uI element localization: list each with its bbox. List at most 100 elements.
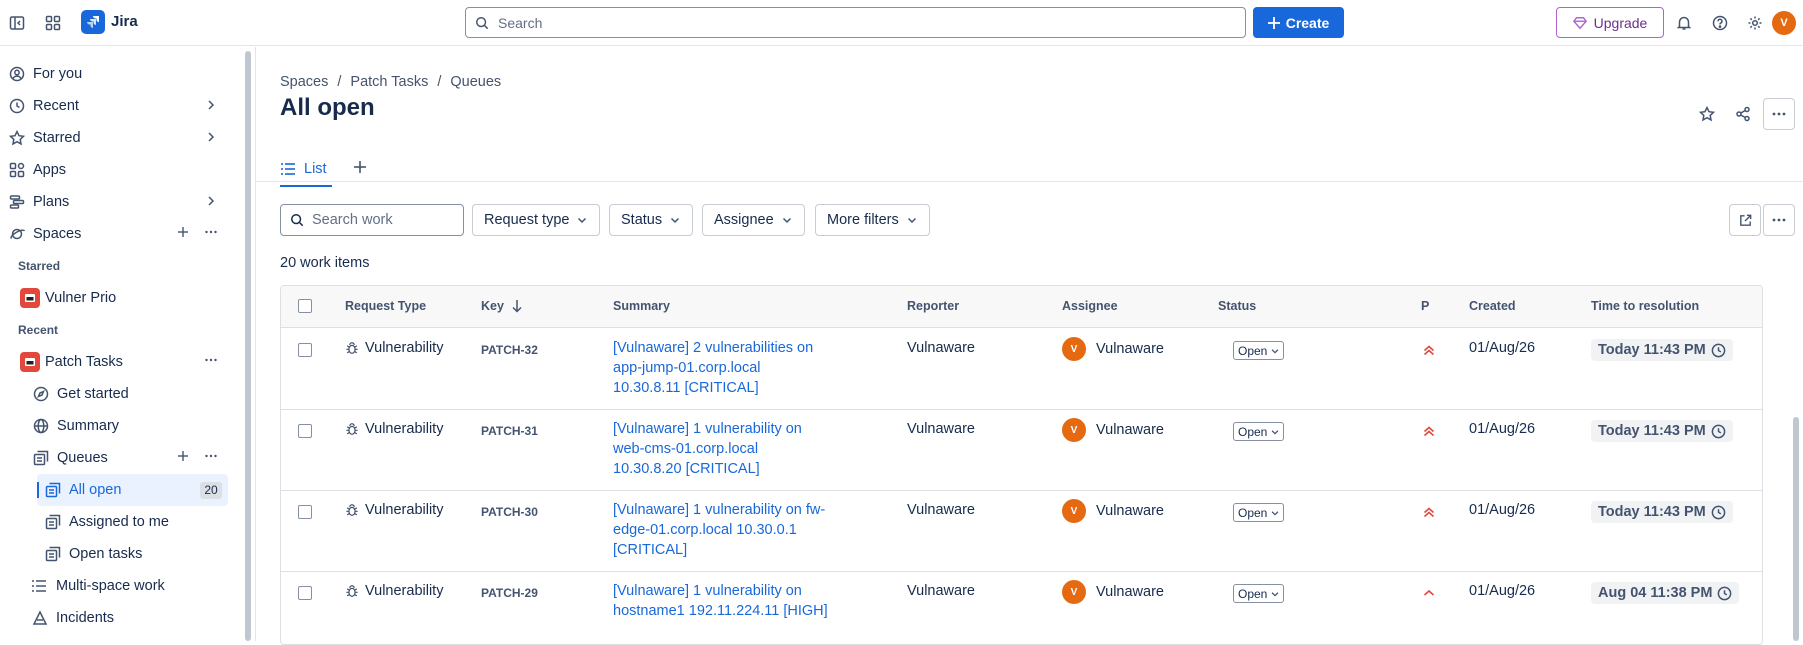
sidebar-toggle-icon[interactable] (3, 9, 31, 37)
list-more-button[interactable] (1763, 204, 1795, 236)
table-scrollbar-thumb[interactable] (1793, 417, 1799, 641)
column-header[interactable]: Created (1469, 299, 1516, 313)
status-label: Open (1238, 343, 1268, 358)
filter-request-type[interactable]: Request type (472, 204, 601, 236)
chevron-right-icon[interactable] (204, 98, 218, 112)
sidebar-item-spaces[interactable]: Spaces (0, 218, 235, 250)
status-dropdown[interactable]: Open (1233, 503, 1285, 522)
sidebar-item-incidents[interactable]: Incidents (0, 602, 235, 634)
column-header[interactable]: Status (1218, 299, 1256, 313)
row-checkbox[interactable] (298, 586, 312, 600)
issue-key[interactable]: PATCH-29 (481, 586, 538, 600)
star-icon[interactable] (1693, 100, 1721, 128)
sidebar-item-starred[interactable]: Starred (0, 122, 235, 154)
breadcrumb-patch-tasks[interactable]: Patch Tasks (350, 74, 428, 90)
share-icon[interactable] (1729, 100, 1757, 128)
row-checkbox[interactable] (298, 424, 312, 438)
add-space-icon[interactable] (176, 225, 190, 239)
tab-list-label: List (304, 161, 327, 177)
filter-status[interactable]: Status (609, 204, 694, 236)
queue-icon (44, 481, 62, 499)
request-type-label: Vulnerability (365, 583, 444, 599)
column-header[interactable]: Request Type (345, 299, 426, 313)
more-actions-button[interactable] (1763, 98, 1795, 130)
issue-summary-link[interactable]: [Vulnaware] 1 vulnerability on fw-edge-0… (613, 500, 828, 560)
status-label: Open (1238, 505, 1268, 520)
sidebar-item-summary[interactable]: Summary (0, 410, 235, 442)
column-header[interactable]: Reporter (907, 299, 959, 313)
issue-summary-link[interactable]: [Vulnaware] 1 vulnerability on web-cms-0… (613, 419, 828, 479)
table-row[interactable]: Vulnerability PATCH-29 [Vulnaware] 1 vul… (281, 572, 1762, 642)
add-view-icon[interactable] (352, 159, 368, 175)
table-row[interactable]: Vulnerability PATCH-31 [Vulnaware] 1 vul… (281, 410, 1762, 491)
table-row[interactable]: Vulnerability PATCH-30 [Vulnaware] 1 vul… (281, 491, 1762, 572)
column-header[interactable]: P (1421, 299, 1429, 313)
sidebar-item-multi-space-work[interactable]: Multi-space work (0, 570, 235, 602)
issue-summary-link[interactable]: [Vulnaware] 2 vulnerabilities on app-jum… (613, 338, 828, 398)
tab-list[interactable]: List (280, 156, 327, 182)
global-search-input[interactable]: Search (465, 7, 1246, 38)
filter-assignee[interactable]: Assignee (702, 204, 805, 236)
queue-count-badge: 20 (200, 482, 222, 499)
assignee-cell[interactable]: V Vulnaware (1062, 580, 1164, 604)
sidebar-scrollbar-thumb[interactable] (245, 51, 251, 641)
clock-icon (1711, 505, 1726, 519)
app-name[interactable]: Jira (111, 13, 138, 30)
breadcrumb-queues[interactable]: Queues (450, 74, 501, 90)
table-row[interactable]: Vulnerability PATCH-32 [Vulnaware] 2 vul… (281, 329, 1762, 410)
sidebar-item-plans[interactable]: Plans (0, 186, 235, 218)
sidebar-item-get-started[interactable]: Get started (0, 378, 235, 410)
column-header[interactable]: Assignee (1062, 299, 1118, 313)
create-button[interactable]: Create (1253, 7, 1344, 38)
search-work-placeholder: Search work (312, 212, 393, 228)
column-header[interactable]: Time to resolution (1591, 299, 1699, 313)
sidebar-item-queues[interactable]: Queues (0, 442, 235, 474)
upgrade-button[interactable]: Upgrade (1556, 7, 1664, 38)
select-all-checkbox[interactable] (298, 299, 312, 313)
row-checkbox[interactable] (298, 343, 312, 357)
issue-key[interactable]: PATCH-31 (481, 424, 538, 438)
row-checkbox[interactable] (298, 505, 312, 519)
issue-key[interactable]: PATCH-30 (481, 505, 538, 519)
chevron-right-icon[interactable] (204, 130, 218, 144)
sidebar-item-apps[interactable]: Apps (0, 154, 235, 186)
chevron-right-icon[interactable] (204, 194, 218, 208)
issue-summary-link[interactable]: [Vulnaware] 1 vulnerability on hostname1… (613, 581, 828, 621)
sidebar-item-label: Multi-space work (56, 578, 165, 594)
search-work-input[interactable]: Search work (280, 204, 464, 236)
more-icon[interactable] (204, 225, 218, 239)
sidebar-item-for-you[interactable]: For you (0, 58, 235, 90)
status-dropdown[interactable]: Open (1233, 584, 1285, 603)
more-icon[interactable] (204, 353, 218, 367)
sidebar-scrollbar[interactable] (243, 48, 253, 641)
assignee-cell[interactable]: V Vulnaware (1062, 337, 1164, 361)
column-header[interactable]: Summary (613, 299, 670, 313)
notifications-icon[interactable] (1670, 9, 1698, 37)
apps-icon (8, 161, 26, 179)
sidebar-item-assigned-to-me[interactable]: Assigned to me (0, 506, 235, 538)
app-switcher-icon[interactable] (39, 9, 67, 37)
status-dropdown[interactable]: Open (1233, 422, 1285, 441)
sidebar-space-patch-tasks[interactable]: Patch Tasks (0, 346, 235, 378)
add-queue-icon[interactable] (176, 449, 190, 463)
filter-more[interactable]: More filters (815, 204, 930, 236)
status-dropdown[interactable]: Open (1233, 341, 1285, 360)
sidebar-space-vulner-prio[interactable]: Vulner Prio (0, 282, 235, 314)
open-in-new-button[interactable] (1729, 204, 1761, 236)
column-header-key[interactable]: Key (481, 299, 524, 313)
sidebar-item-recent[interactable]: Recent (0, 90, 235, 122)
sidebar-item-all-open[interactable]: All open 20 (37, 474, 228, 506)
assignee-cell[interactable]: V Vulnaware (1062, 418, 1164, 442)
sidebar-item-label: Spaces (33, 226, 82, 242)
breadcrumb-spaces[interactable]: Spaces (280, 74, 328, 90)
more-icon[interactable] (204, 449, 218, 463)
settings-icon[interactable] (1741, 9, 1769, 37)
issue-key[interactable]: PATCH-32 (481, 343, 538, 357)
plans-icon (8, 193, 26, 211)
sidebar-item-label: Apps (33, 162, 67, 178)
assignee-cell[interactable]: V Vulnaware (1062, 499, 1164, 523)
user-avatar[interactable]: V (1772, 11, 1796, 35)
jira-logo[interactable] (81, 10, 105, 34)
sidebar-item-open-tasks[interactable]: Open tasks (0, 538, 235, 570)
help-icon[interactable] (1706, 9, 1734, 37)
